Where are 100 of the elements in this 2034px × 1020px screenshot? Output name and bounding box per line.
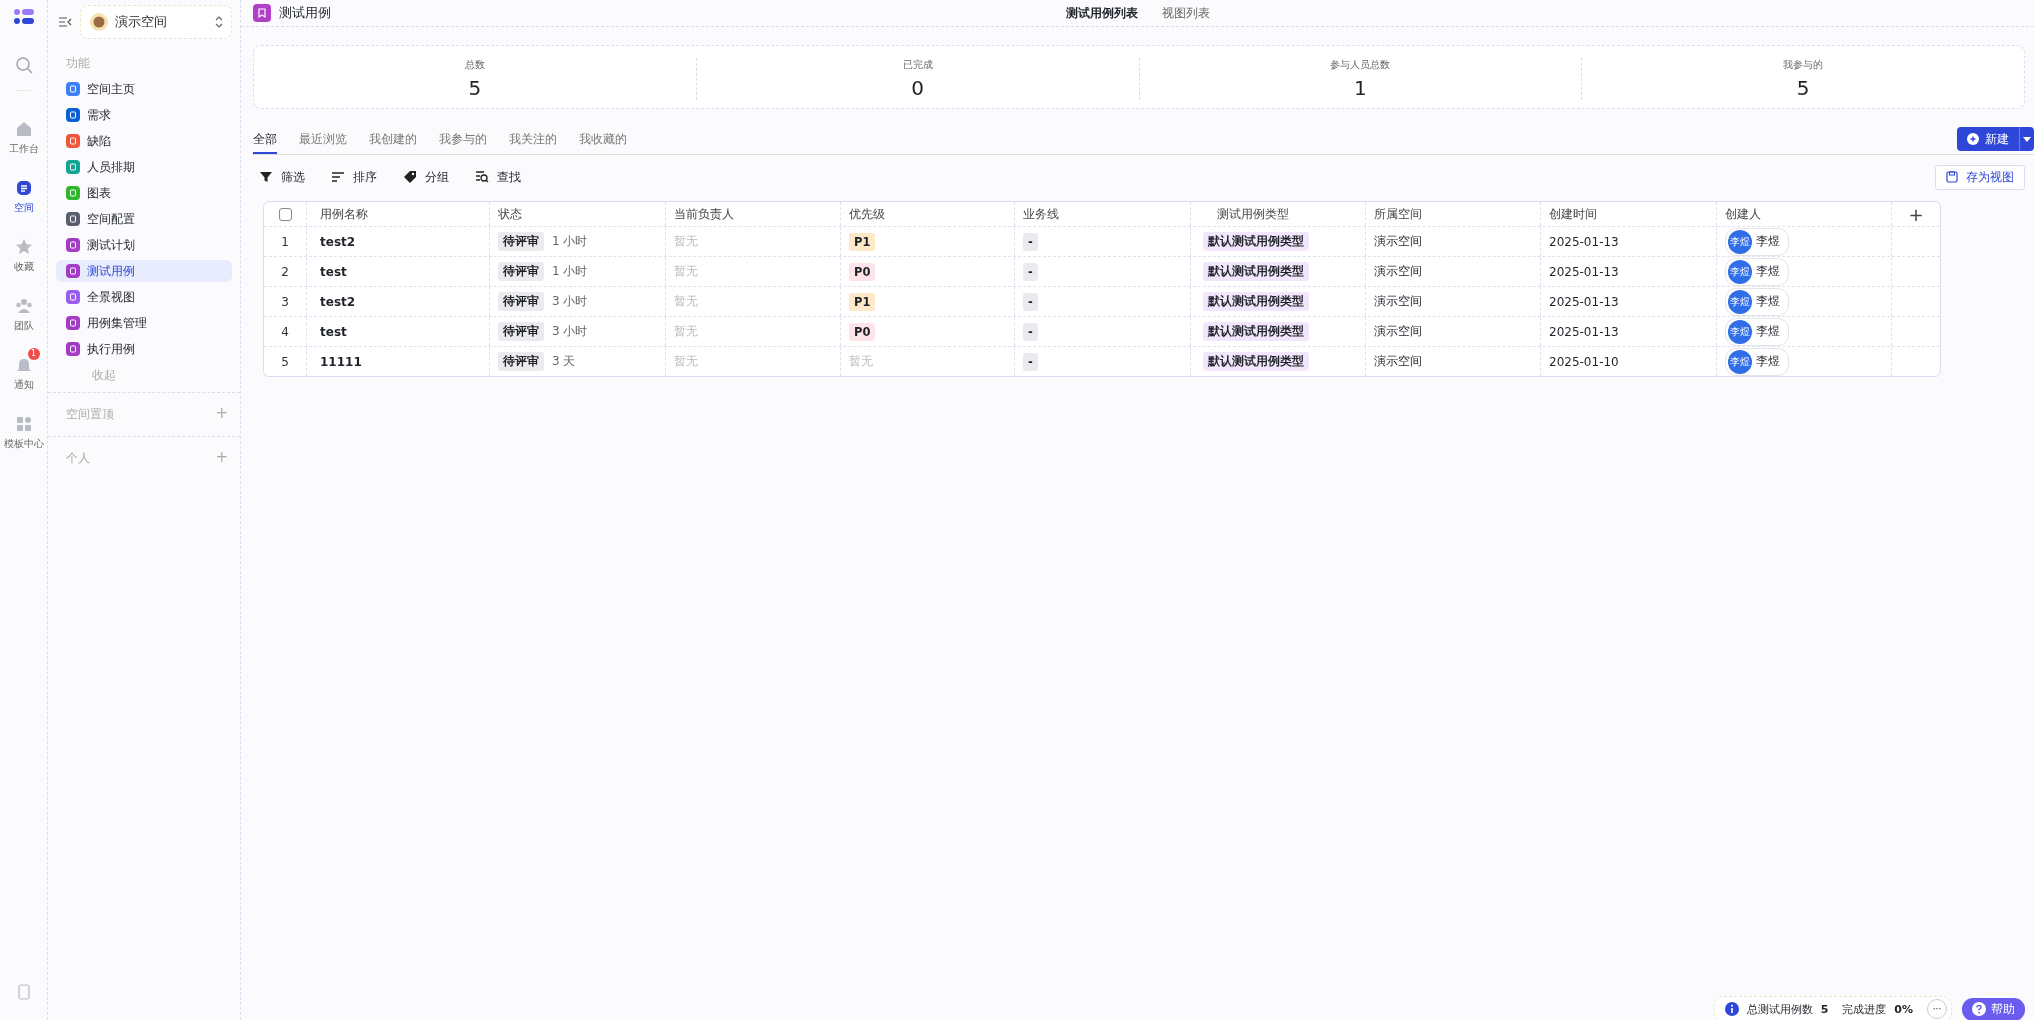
status-age: 3 小时: [552, 293, 588, 310]
table-cell: 演示空间: [1366, 317, 1541, 346]
status-tag: 待评审: [498, 352, 544, 371]
table-cell: 演示空间: [1366, 227, 1541, 256]
sidebar-item[interactable]: 空间主页: [56, 78, 232, 100]
user-name: 李煜: [1756, 263, 1780, 280]
status-age: 1 小时: [552, 233, 588, 250]
toolbar-button[interactable]: 分组: [397, 168, 449, 186]
table-cell: test: [307, 257, 490, 286]
page-title: 测试用例: [279, 4, 331, 22]
space-name: 演示空间: [115, 13, 168, 31]
space-avatar-icon: [89, 12, 109, 32]
sidebar-item[interactable]: 需求: [56, 104, 232, 126]
stat-label: 已完成: [901, 58, 934, 72]
stat-label: 总数: [463, 58, 486, 72]
sidebar-item[interactable]: 用例集管理: [56, 312, 232, 334]
business-line-tag: -: [1023, 232, 1038, 251]
sidebar-item[interactable]: 测试计划: [56, 234, 232, 256]
type-tag: 默认测试用例类型: [1203, 322, 1309, 341]
filter-tab[interactable]: 全部: [253, 124, 277, 154]
type-tag: 默认测试用例类型: [1203, 232, 1309, 251]
group-label: 空间置顶: [66, 407, 114, 422]
business-line-tag: -: [1023, 352, 1038, 371]
table-cell: 11111: [307, 347, 490, 376]
filter-tab[interactable]: 我关注的: [509, 124, 557, 154]
plus-circle-icon: [1967, 133, 1979, 145]
help-button[interactable]: 帮助: [1962, 997, 2025, 1020]
row-number: 4: [264, 317, 307, 346]
user-avatar: 李煜: [1728, 259, 1752, 284]
business-line-tag: -: [1023, 322, 1038, 341]
sidebar-item[interactable]: 空间配置: [56, 208, 232, 230]
status-tag: 待评审: [498, 232, 544, 251]
nav-label: 通知: [13, 378, 34, 392]
type-tag: 默认测试用例类型: [1203, 262, 1309, 281]
view-tab[interactable]: 视图列表: [1161, 4, 1210, 22]
table-cell: test: [307, 317, 490, 346]
nav-label: 空间: [13, 201, 34, 215]
dropdown-button[interactable]: [2019, 127, 2034, 151]
sort-icon: [331, 170, 345, 184]
stat-label: 参与人员总数: [1329, 58, 1392, 72]
business-line-tag: -: [1023, 262, 1038, 281]
sidebar-item[interactable]: 执行用例: [56, 338, 232, 360]
nav-item[interactable]: 1 通知: [5, 347, 42, 394]
summary-value: 0%: [1894, 1002, 1913, 1016]
add-column-button[interactable]: +: [1892, 202, 1940, 226]
column-header: 创建时间: [1541, 202, 1717, 226]
nav-item[interactable]: 收藏: [5, 229, 42, 276]
column-header: 所属空间: [1366, 202, 1541, 226]
toolbar-button[interactable]: 筛选: [253, 168, 305, 186]
test-case-icon: [253, 4, 271, 22]
new-button[interactable]: 新建: [1957, 127, 2019, 151]
table-cell: 暂无: [674, 233, 698, 250]
space-selector[interactable]: 演示空间: [80, 5, 232, 39]
nav-item[interactable]: 工作台: [5, 111, 42, 158]
filter-tab[interactable]: 我收藏的: [579, 124, 627, 154]
save-view-button[interactable]: 存为视图: [1935, 164, 2025, 190]
status-tag: 待评审: [498, 292, 544, 311]
nav-item[interactable]: 空间: [5, 170, 42, 217]
find-icon: [475, 170, 489, 184]
filter-tab[interactable]: 我参与的: [439, 124, 487, 154]
priority-tag: P0: [849, 262, 876, 281]
user-avatar: 李煜: [1728, 289, 1752, 314]
sidebar-item[interactable]: 测试用例: [56, 260, 232, 282]
toolbar-button[interactable]: 查找: [469, 168, 521, 186]
priority-tag: P1: [849, 232, 876, 251]
nav-label: 团队: [13, 319, 34, 333]
user-name: 李煜: [1756, 353, 1780, 370]
toolbar-button[interactable]: 排序: [325, 168, 377, 186]
chevron-updown-icon: [215, 16, 223, 28]
row-number: 5: [264, 347, 307, 376]
type-tag: 默认测试用例类型: [1203, 352, 1309, 371]
sidebar-item[interactable]: 人员排期: [56, 156, 232, 178]
table-cell: 演示空间: [1366, 257, 1541, 286]
stat-value: 5: [1795, 76, 1811, 100]
row-number: 2: [264, 257, 307, 286]
caret-icon: [2023, 136, 2031, 142]
summary-label: 完成进度: [1842, 1001, 1887, 1017]
filter-tab[interactable]: 我创建的: [369, 124, 417, 154]
status-age: 1 小时: [552, 263, 588, 280]
team-icon: [13, 296, 34, 316]
user-avatar: 李煜: [1728, 229, 1752, 254]
stat-value: 1: [1353, 76, 1368, 100]
nav-item[interactable]: 团队: [5, 288, 42, 335]
table-cell: test2: [307, 287, 490, 316]
view-tab[interactable]: 测试用例列表: [1065, 4, 1138, 22]
sidebar-item[interactable]: 全景视图: [56, 286, 232, 308]
select-all-checkbox[interactable]: [278, 207, 292, 221]
table-cell: 2025-01-13: [1541, 257, 1717, 286]
priority-tag: P0: [849, 322, 876, 341]
column-header: 测试用例类型: [1191, 202, 1366, 226]
sidebar-item[interactable]: 缺陷: [56, 130, 232, 152]
nav-item[interactable]: 模板中心: [1, 406, 46, 453]
collapse-sidebar-icon: [58, 16, 72, 28]
section-label: 功能: [66, 56, 91, 71]
column-header: 当前负责人: [666, 202, 841, 226]
sidebar-item[interactable]: 图表: [56, 182, 232, 204]
filter-tab[interactable]: 最近浏览: [299, 124, 347, 154]
table-cell: 2025-01-13: [1541, 227, 1717, 256]
column-header: 业务线: [1015, 202, 1191, 226]
table-cell: 暂无: [849, 353, 873, 370]
